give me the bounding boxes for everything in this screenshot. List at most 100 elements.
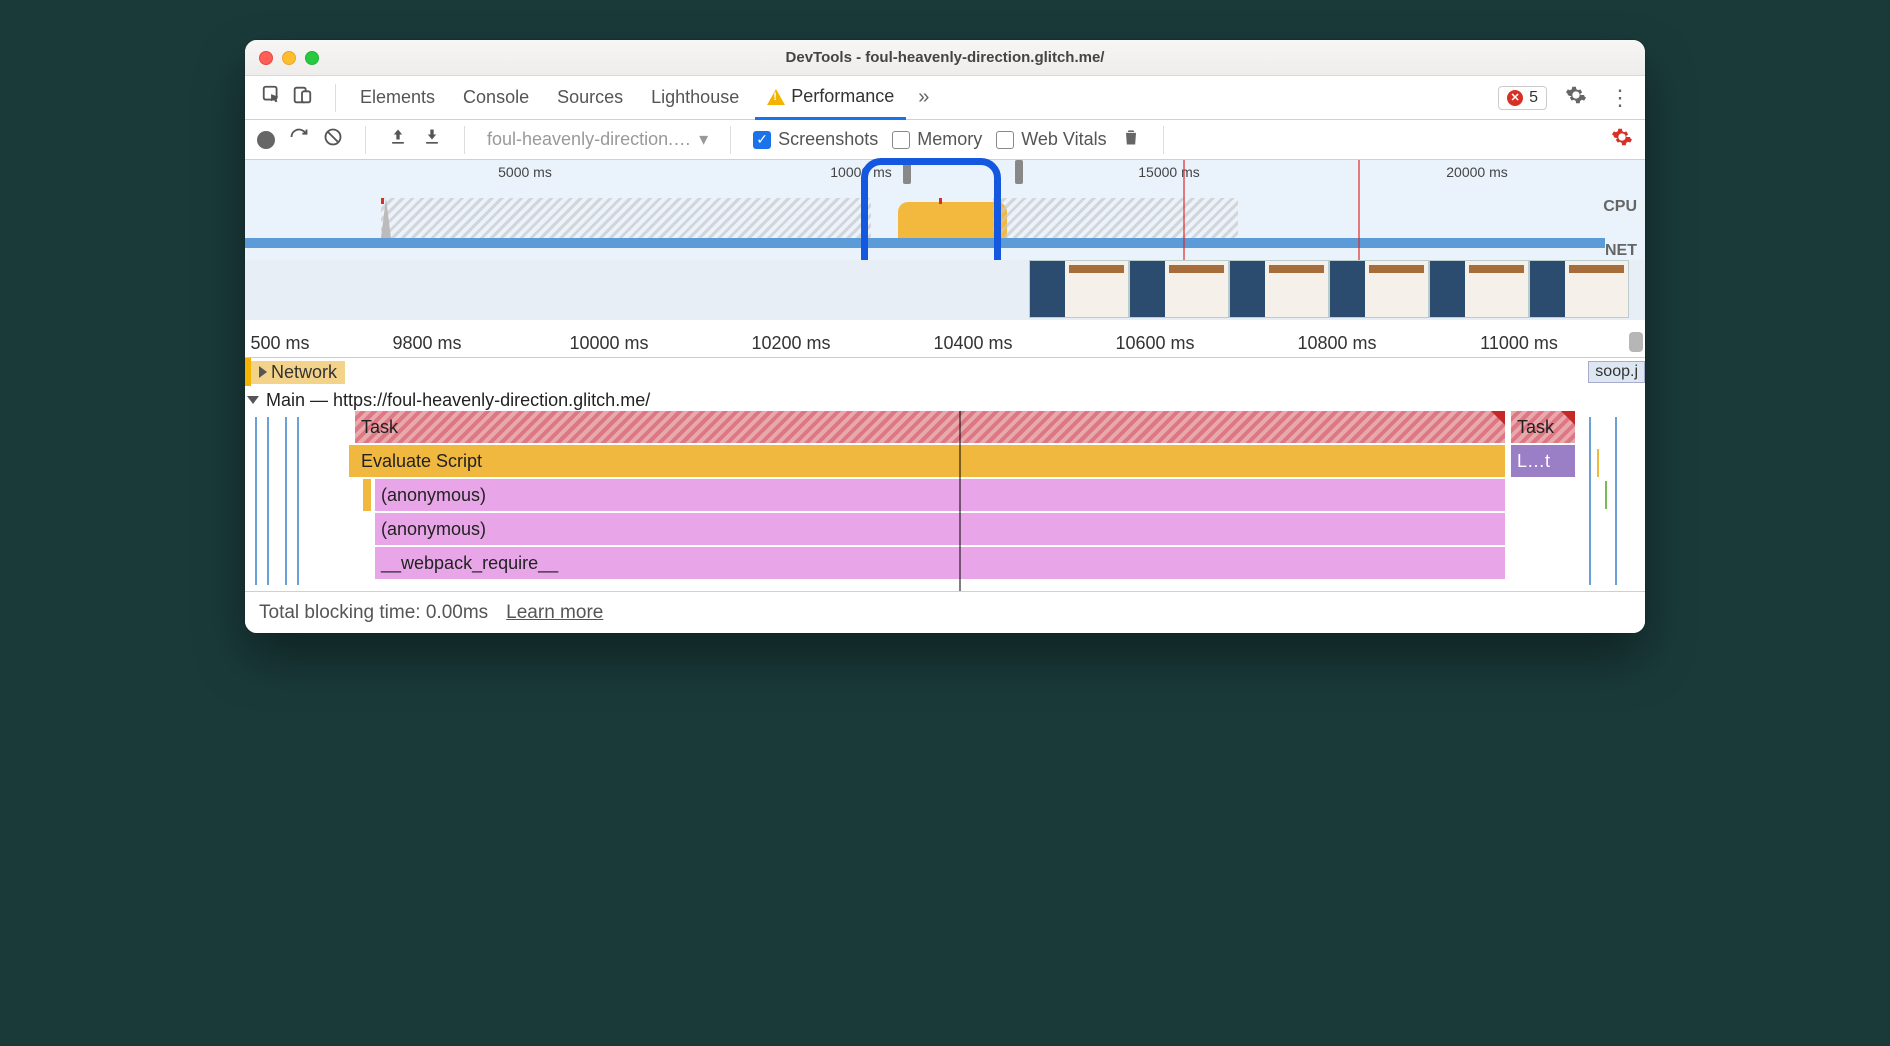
tab-label: Console [463,87,529,108]
flame-task[interactable]: Task [355,411,1505,443]
scrollbar-thumb[interactable] [1629,332,1643,352]
tab-label: Elements [360,87,435,108]
long-task-marker-icon [1561,411,1575,425]
delete-icon[interactable] [1121,127,1141,153]
error-icon: ✕ [1507,90,1523,106]
network-request-chip[interactable]: soop.j [1588,361,1645,383]
misc-events [1581,411,1645,591]
webvitals-checkbox[interactable]: Web Vitals [996,129,1106,150]
separator [730,126,731,154]
checkbox-label: Web Vitals [1021,129,1106,150]
flame-webpack-require[interactable]: __webpack_require__ [375,547,1505,579]
tab-performance[interactable]: Performance [755,76,906,120]
profile-select-value: foul-heavenly-direction.… [487,129,691,150]
main-track-header[interactable]: Main — https://foul-heavenly-direction.g… [245,386,1645,411]
ruler-tick: 10000 ms [569,333,648,354]
footer: Total blocking time: 0.00ms Learn more [245,591,1645,633]
profile-select[interactable]: foul-heavenly-direction.… ▾ [487,129,708,150]
flame-label: L…t [1517,451,1550,472]
checkbox-icon [996,131,1014,149]
panel-tabs: Elements Console Sources Lighthouse Perf… [245,76,1645,120]
network-track-header[interactable]: Network soop.j [245,358,1645,386]
range-handle-right[interactable] [1015,160,1023,184]
tab-label: Sources [557,87,623,108]
checkbox-icon: ✓ [753,131,771,149]
clear-icon[interactable] [323,127,343,152]
tick-label: 20000 ms [1446,164,1507,180]
long-task-marker-icon [1491,411,1505,425]
error-count: 5 [1529,89,1538,107]
device-toggle-icon[interactable] [291,84,313,111]
chevron-down-icon: ▾ [699,129,708,150]
expand-icon [259,366,267,378]
kebab-menu-icon[interactable]: ⋮ [1605,85,1635,111]
flame-label: Task [361,417,398,438]
net-track-label: NET [1605,242,1637,260]
settings-icon[interactable] [1561,84,1591,112]
marker-line [1358,160,1360,269]
titlebar: DevTools - foul-heavenly-direction.glitc… [245,40,1645,76]
screenshot-filmstrip[interactable] [245,260,1645,320]
separator [464,126,465,154]
tab-console[interactable]: Console [451,76,541,120]
flame-task[interactable]: Task [1511,411,1575,443]
window-title: DevTools - foul-heavenly-direction.glitc… [245,49,1645,66]
flame-evaluate-script[interactable]: Evaluate Script [355,445,1505,477]
load-profile-icon[interactable] [388,127,408,152]
detail-ruler[interactable]: 500 ms 9800 ms 10000 ms 10200 ms 10400 m… [245,330,1645,358]
screenshot-thumb[interactable] [1229,260,1329,318]
total-blocking-time: Total blocking time: 0.00ms [259,602,488,624]
ruler-tick: 9800 ms [392,333,461,354]
performance-toolbar: foul-heavenly-direction.… ▾ ✓ Screenshot… [245,120,1645,160]
flame-sliver [349,445,355,477]
marker-line [1183,160,1185,269]
tab-lighthouse[interactable]: Lighthouse [639,76,751,120]
time-cursor[interactable] [959,411,961,591]
record-button[interactable] [257,131,275,149]
flame-anonymous[interactable]: (anonymous) [375,479,1505,511]
misc-events [245,411,335,591]
flame-anonymous[interactable]: (anonymous) [375,513,1505,545]
checkbox-icon [892,131,910,149]
ruler-tick: 10800 ms [1297,333,1376,354]
tab-elements[interactable]: Elements [348,76,447,120]
timeline-overview[interactable]: 5000 ms 10000 ms 15000 ms 20000 ms CPU N… [245,160,1645,270]
collapse-icon [247,396,259,404]
ruler-tick: 10400 ms [933,333,1012,354]
flame-sliver [363,479,371,511]
save-profile-icon[interactable] [422,127,442,152]
checkbox-label: Memory [917,129,982,150]
flame-label: (anonymous) [381,519,486,540]
inspect-icon[interactable] [261,84,283,111]
separator [365,126,366,154]
screenshot-thumb[interactable] [1029,260,1129,318]
ruler-tick: 500 ms [250,333,309,354]
flame-layout[interactable]: L…t [1511,445,1575,477]
capture-settings-icon[interactable] [1611,126,1633,154]
flame-label: __webpack_require__ [381,553,558,574]
network-label: Network [271,362,337,383]
reload-icon[interactable] [289,127,309,152]
tab-sources[interactable]: Sources [545,76,635,120]
screenshot-thumb[interactable] [1129,260,1229,318]
learn-more-link[interactable]: Learn more [506,602,603,624]
flame-label: (anonymous) [381,485,486,506]
memory-checkbox[interactable]: Memory [892,129,982,150]
screenshot-thumb[interactable] [1329,260,1429,318]
ruler-tick: 10200 ms [751,333,830,354]
devtools-window: DevTools - foul-heavenly-direction.glitc… [245,40,1645,633]
flame-chart[interactable]: Task Task Evaluate Script L…t (anonymous… [245,411,1645,591]
ruler-tick: 10600 ms [1115,333,1194,354]
error-count-badge[interactable]: ✕ 5 [1498,86,1547,110]
separator [1163,126,1164,154]
flame-label: Task [1517,417,1554,438]
warning-icon [767,89,785,105]
cpu-track-label: CPU [1603,198,1637,216]
screenshot-thumb[interactable] [1529,260,1629,318]
screenshot-thumb[interactable] [1429,260,1529,318]
checkbox-label: Screenshots [778,129,878,150]
tick-label: 5000 ms [498,164,552,180]
screenshots-checkbox[interactable]: ✓ Screenshots [753,129,878,150]
separator [335,84,336,112]
more-tabs-icon[interactable]: » [910,86,937,109]
